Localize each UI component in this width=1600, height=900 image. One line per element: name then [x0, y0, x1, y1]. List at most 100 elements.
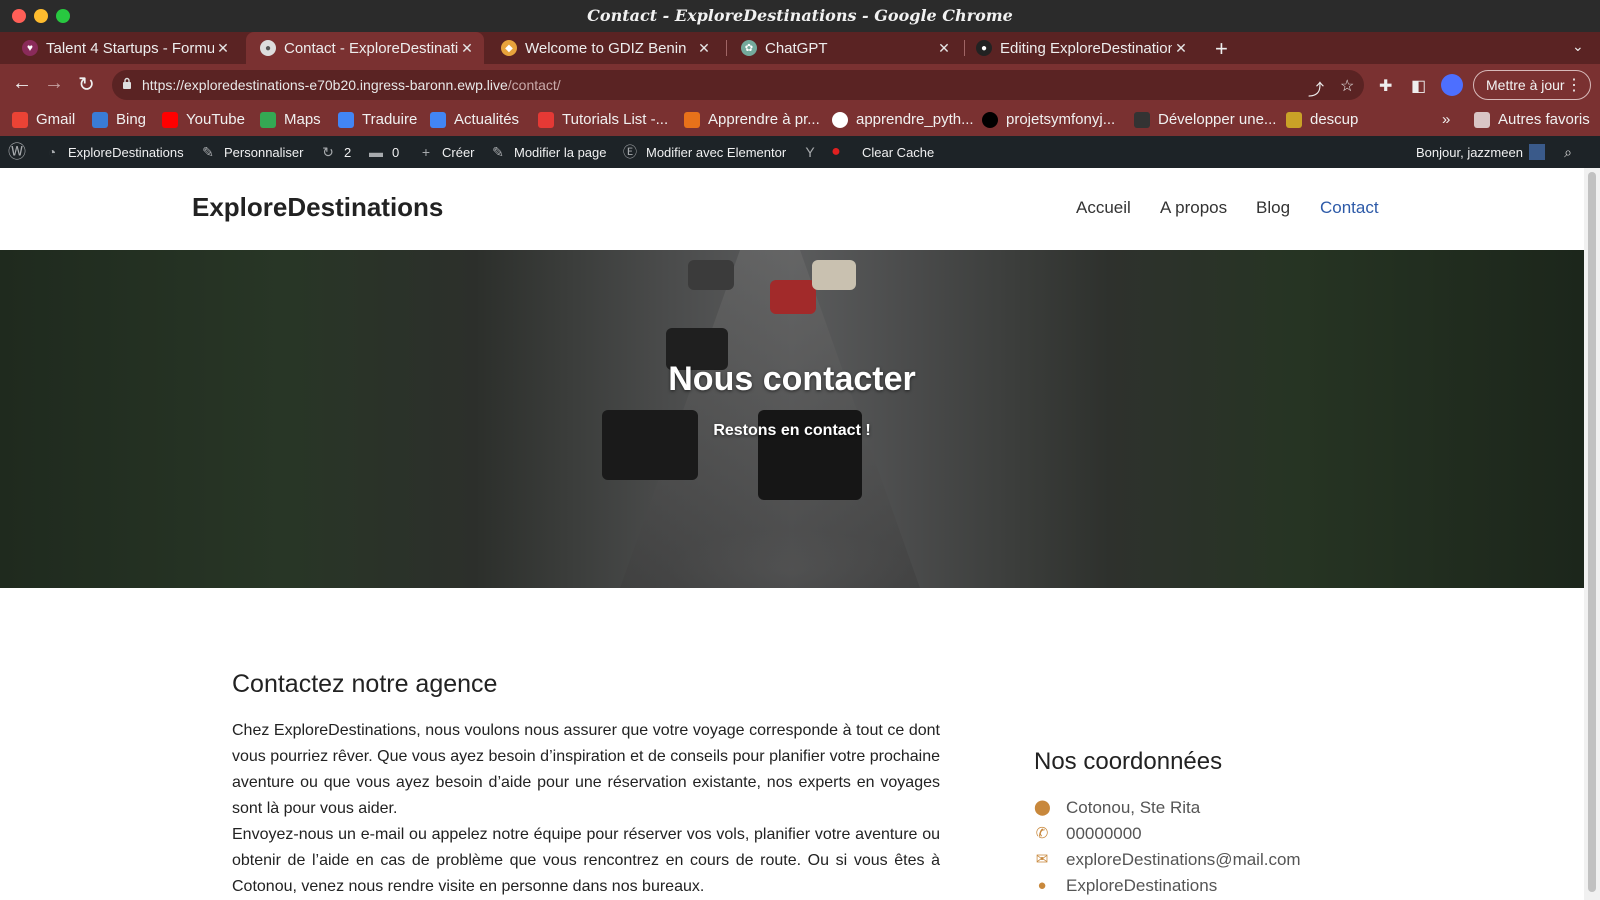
hero-subtitle: Restons en contact ! [713, 422, 871, 439]
bookmarks-bar: Gmail Bing YouTube Maps Traduire Actuali… [0, 104, 1600, 136]
heart-icon: ♥ [22, 40, 38, 56]
forward-arrow-icon[interactable]: → [44, 72, 64, 95]
folder-icon [1474, 111, 1490, 128]
chevron-down-icon[interactable]: ⌄ [1572, 38, 1584, 55]
contact-email[interactable]: ✉ exploreDestinations@mail.com [1034, 850, 1301, 870]
chatgpt-icon: ✿ [741, 40, 757, 56]
maps-icon [260, 111, 276, 128]
bookmark-tutorials[interactable]: Tutorials List -... [538, 111, 668, 128]
dashboard-icon: ◔ [47, 144, 57, 160]
more-vertical-icon[interactable]: ⋮ [1566, 75, 1582, 95]
close-tab-icon[interactable]: ✕ [214, 40, 232, 57]
reload-icon[interactable]: ↻ [78, 72, 95, 97]
star-icon[interactable]: ☆ [1340, 76, 1354, 96]
nav-item-blog[interactable]: Blog [1256, 198, 1290, 218]
status-dot-icon: ● [831, 143, 841, 160]
page-scrollbar[interactable] [1584, 168, 1600, 900]
browser-toolbar: ← → ↻ https://exploredestinations-e70b20… [0, 64, 1600, 104]
contact-heading: Nos coordonnées [1034, 748, 1223, 775]
update-label: Mettre à jour [1486, 77, 1565, 93]
wp-clear-cache-link[interactable]: ● Clear Cache [828, 144, 934, 160]
new-tab-plus-icon[interactable]: + [1215, 36, 1228, 62]
nav-item-contact[interactable]: Contact [1320, 198, 1379, 218]
bookmark-bing[interactable]: Bing [92, 111, 146, 128]
wordpress-logo-icon[interactable]: Ⓦ [8, 143, 32, 161]
youtube-icon [162, 111, 178, 128]
hero-car-image [812, 260, 856, 290]
globe-icon: ● [260, 40, 276, 56]
gdiz-icon: ◆ [501, 40, 517, 56]
back-arrow-icon[interactable]: ← [12, 72, 32, 95]
update-chrome-button[interactable]: Mettre à jour ⋮ [1473, 70, 1591, 100]
close-tab-icon[interactable]: ✕ [695, 40, 713, 57]
content-paragraph: Chez ExploreDestinations, nous voulons n… [232, 722, 940, 817]
tab-gdiz[interactable]: ◆ Welcome to GDIZ Benin ✕ [487, 32, 721, 64]
close-tab-icon[interactable]: ✕ [1172, 40, 1190, 57]
contact-name: ● ExploreDestinations [1034, 876, 1217, 896]
phone-icon: ✆ [1035, 825, 1049, 842]
contact-address: ⬤ Cotonou, Ste Rita [1034, 798, 1201, 817]
bing-icon [92, 111, 108, 128]
map-pin-icon: ⬤ [1034, 799, 1051, 816]
hero-title: Nous contacter [668, 360, 916, 398]
tab-talent4startups[interactable]: ♥ Talent 4 Startups - Formul ✕ [8, 32, 240, 64]
share-icon[interactable]: ⤴ [1308, 76, 1324, 100]
close-tab-icon[interactable]: ✕ [458, 40, 476, 57]
gmail-icon [12, 111, 28, 128]
extensions-icon[interactable]: ✚ [1379, 76, 1392, 96]
wp-comments-link[interactable]: ▬ 0 [368, 144, 399, 160]
tab-label: Talent 4 Startups - Formul [46, 39, 214, 57]
wp-edit-page-link[interactable]: ✎ Modifier la page [490, 144, 606, 160]
url-text: https://exploredestinations-e70b20.ingre… [142, 77, 561, 93]
tab-label: Contact - ExploreDestinati [284, 39, 458, 57]
tab-label: Welcome to GDIZ Benin [525, 39, 687, 57]
content-paragraph: Envoyez-nous un e-mail ou appelez notre … [232, 826, 940, 895]
wp-account-link[interactable]: Bonjour, jazzmeen [1416, 144, 1545, 160]
wp-admin-bar: Ⓦ ◔ ExploreDestinations ✎ Personnaliser ↻ 2… [0, 136, 1600, 168]
site-title[interactable]: ExploreDestinations [192, 192, 443, 223]
hero-car-image [770, 280, 816, 314]
wp-new-link[interactable]: + Créer [418, 144, 475, 160]
side-panel-icon[interactable]: ◧ [1411, 76, 1426, 96]
contact-phone[interactable]: ✆ 00000000 [1034, 824, 1142, 844]
bookmark-youtube[interactable]: YouTube [162, 111, 245, 128]
bookmark-apprendre[interactable]: Apprendre à pr... [684, 111, 820, 128]
wp-site-link[interactable]: ◔ ExploreDestinations [44, 144, 184, 160]
translate-icon [338, 111, 354, 128]
pencil-icon: ✎ [492, 144, 504, 160]
yoast-icon[interactable]: Y [802, 144, 826, 160]
bookmark-traduire[interactable]: Traduire [338, 111, 417, 128]
bookmark-maps[interactable]: Maps [260, 111, 321, 128]
tab-chatgpt[interactable]: ✿ ChatGPT ✕ [727, 32, 961, 64]
nav-item-accueil[interactable]: Accueil [1076, 198, 1131, 218]
window-titlebar: Contact - ExploreDestinations - Google C… [0, 0, 1600, 32]
search-icon[interactable]: ⌕ [1560, 144, 1584, 160]
hero-banner: Nous contacter Restons en contact ! [0, 250, 1584, 588]
avatar[interactable] [1441, 74, 1463, 96]
more-bookmarks-chevron-icon[interactable]: » [1442, 111, 1450, 128]
tab-github[interactable]: ● Editing ExploreDestination ✕ [962, 32, 1198, 64]
wp-elementor-link[interactable]: Ⓔ Modifier avec Elementor [622, 144, 786, 160]
bookmark-gmail[interactable]: Gmail [12, 111, 75, 128]
brush-icon: ✎ [202, 144, 214, 160]
news-icon [430, 111, 446, 128]
tab-contact[interactable]: ● Contact - ExploreDestinati ✕ [246, 32, 484, 64]
bookmark-developper[interactable]: Développer une... [1134, 111, 1276, 128]
bookmark-actualites[interactable]: Actualités [430, 111, 519, 128]
wp-updates-link[interactable]: ↻ 2 [320, 144, 351, 160]
bookmark-other-folder[interactable]: Autres favoris [1474, 111, 1590, 128]
globe-icon [832, 111, 848, 128]
scrollbar-thumb[interactable] [1588, 172, 1596, 892]
user-icon: ● [1037, 877, 1047, 894]
bookmark-descup[interactable]: descup [1286, 111, 1358, 128]
apprendre-icon [684, 111, 700, 128]
wp-customize-link[interactable]: ✎ Personnaliser [200, 144, 303, 160]
close-tab-icon[interactable]: ✕ [935, 40, 953, 57]
bookmark-python[interactable]: apprendre_pyth... [832, 111, 974, 128]
bookmark-symfony[interactable]: projetsymfonyj... [982, 111, 1115, 128]
tab-label: Editing ExploreDestination [1000, 39, 1172, 57]
site-header: ExploreDestinations Accueil A propos Blo… [0, 168, 1584, 250]
nav-item-a-propos[interactable]: A propos [1160, 198, 1227, 218]
address-bar[interactable]: https://exploredestinations-e70b20.ingre… [112, 70, 1364, 100]
page-viewport: ExploreDestinations Accueil A propos Blo… [0, 168, 1584, 900]
